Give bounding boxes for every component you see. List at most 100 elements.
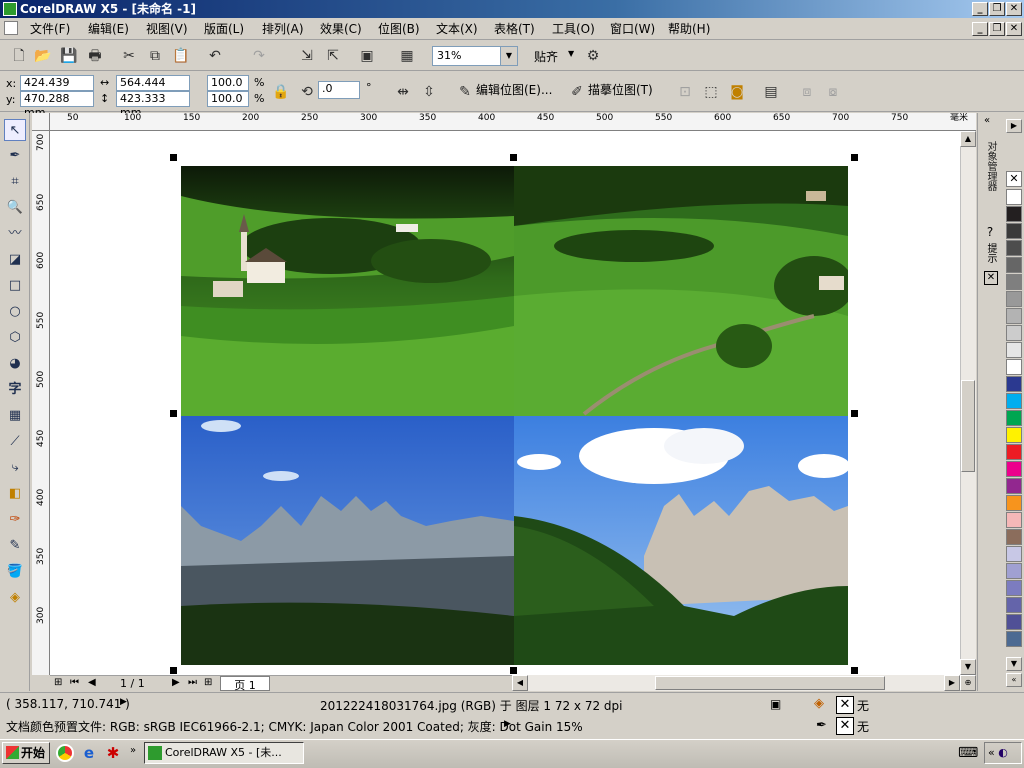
fill-none-swatch[interactable]: ✕ bbox=[836, 696, 854, 714]
application-launcher-icon[interactable]: ▣ bbox=[356, 45, 378, 67]
prev-page-icon[interactable]: ◀ bbox=[88, 677, 96, 688]
color-swatch[interactable] bbox=[1006, 512, 1022, 528]
palette-scroll-up-icon[interactable]: ▶ bbox=[1006, 119, 1022, 133]
selection-handle[interactable] bbox=[170, 667, 177, 674]
color-swatch[interactable] bbox=[1006, 342, 1022, 358]
color-swatch[interactable] bbox=[1006, 359, 1022, 375]
quick-launch-app-icon[interactable]: ✱ bbox=[104, 744, 122, 762]
hints-tab[interactable]: 提示 bbox=[982, 243, 998, 263]
profile-arrow-icon[interactable]: ▶ bbox=[504, 719, 511, 729]
zoom-tool-icon[interactable]: 🔍 bbox=[4, 197, 26, 219]
height-input[interactable]: 423.333 mm bbox=[116, 91, 190, 119]
table-tool-icon[interactable]: ▦ bbox=[4, 405, 26, 427]
selection-handle[interactable] bbox=[510, 667, 517, 674]
export-icon[interactable]: ⇱ bbox=[322, 45, 344, 67]
color-proof-icon[interactable]: ▣ bbox=[770, 697, 781, 711]
color-swatch[interactable] bbox=[1006, 461, 1022, 477]
undo-icon[interactable]: ↶ bbox=[204, 45, 226, 67]
tray-app-icon[interactable]: ◐ bbox=[998, 746, 1008, 759]
palette-expand-icon[interactable]: « bbox=[1006, 673, 1022, 687]
resample-icon[interactable]: ⬚ bbox=[700, 81, 722, 103]
selection-handle[interactable] bbox=[170, 154, 177, 161]
color-swatch[interactable] bbox=[1006, 325, 1022, 341]
status-arrow-icon[interactable]: ▶ bbox=[120, 697, 127, 707]
selection-handle[interactable] bbox=[851, 410, 858, 417]
color-swatch[interactable] bbox=[1006, 529, 1022, 545]
photo-alpine-valley[interactable] bbox=[514, 166, 848, 416]
zoom-chevron-down-icon[interactable]: ▼ bbox=[500, 47, 517, 65]
menu-layout[interactable]: 版面(L) bbox=[204, 21, 244, 37]
welcome-screen-icon[interactable]: ▦ bbox=[396, 45, 418, 67]
width-input[interactable]: 564.444 mm bbox=[116, 75, 190, 103]
scroll-up-icon[interactable]: ▲ bbox=[960, 131, 976, 147]
no-color-swatch[interactable]: ✕ bbox=[1006, 171, 1022, 187]
horizontal-scroll-thumb[interactable] bbox=[655, 676, 885, 690]
new-document-icon[interactable]: 🗋 bbox=[8, 45, 30, 67]
palette-scroll-down-icon[interactable]: ▼ bbox=[1006, 657, 1022, 671]
object-manager-tab[interactable]: 对象管理器 bbox=[982, 141, 998, 191]
menu-effects[interactable]: 效果(C) bbox=[320, 21, 362, 37]
edit-bitmap-button[interactable]: 编辑位图(E)... bbox=[476, 83, 552, 97]
quick-launch-more-icon[interactable]: » bbox=[130, 745, 136, 756]
start-button[interactable]: 开始 bbox=[2, 742, 50, 764]
cut-icon[interactable]: ✂ bbox=[118, 45, 140, 67]
scale-y-input[interactable]: 100.0 bbox=[207, 91, 249, 107]
color-swatch[interactable] bbox=[1006, 495, 1022, 511]
photo-dark-mountains[interactable] bbox=[181, 416, 514, 665]
ellipse-tool-icon[interactable]: ○ bbox=[4, 301, 26, 323]
save-icon[interactable]: 💾 bbox=[58, 45, 80, 67]
vertical-scroll-thumb[interactable] bbox=[961, 380, 975, 472]
taskbar-coreldraw-button[interactable]: CorelDRAW X5 - [未... bbox=[144, 742, 304, 764]
color-swatch[interactable] bbox=[1006, 376, 1022, 392]
color-swatch[interactable] bbox=[1006, 274, 1022, 290]
color-swatch[interactable] bbox=[1006, 308, 1022, 324]
color-swatch[interactable] bbox=[1006, 206, 1022, 222]
horizontal-ruler[interactable]: 50 100 150 200 250 300 350 400 450 500 5… bbox=[50, 113, 976, 131]
collapse-docker-icon[interactable]: « bbox=[984, 115, 990, 126]
vertical-ruler[interactable]: 700 650 600 550 500 450 400 350 300 bbox=[32, 131, 50, 675]
scroll-left-icon[interactable]: ◀ bbox=[512, 675, 528, 691]
freehand-tool-icon[interactable]: 〰 bbox=[4, 223, 26, 245]
color-swatch[interactable] bbox=[1006, 291, 1022, 307]
add-page-after-icon[interactable]: ⊞ bbox=[204, 677, 212, 688]
color-swatch[interactable] bbox=[1006, 444, 1022, 460]
mirror-horizontal-icon[interactable]: ⇹ bbox=[392, 81, 414, 103]
lock-ratio-icon[interactable]: 🔒 bbox=[270, 81, 292, 103]
pick-tool-icon[interactable]: ↖ bbox=[4, 119, 26, 141]
to-front-icon[interactable]: ⧈ bbox=[796, 81, 818, 103]
color-swatch[interactable] bbox=[1006, 478, 1022, 494]
add-page-icon[interactable]: ⊞ bbox=[54, 677, 62, 688]
dimension-tool-icon[interactable]: ⟋ bbox=[4, 431, 26, 453]
selection-handle[interactable] bbox=[510, 154, 517, 161]
minimize-button[interactable]: _ bbox=[972, 2, 988, 16]
mirror-vertical-icon[interactable]: ⇳ bbox=[418, 81, 440, 103]
trace-bitmap-icon[interactable]: ✐ bbox=[566, 81, 588, 103]
menu-edit[interactable]: 编辑(E) bbox=[88, 21, 129, 37]
close-button[interactable]: ✕ bbox=[1006, 2, 1022, 16]
rotation-input[interactable]: .0 bbox=[318, 81, 360, 99]
options-icon[interactable]: ⚙ bbox=[582, 45, 604, 67]
crop-bitmap-icon[interactable]: ⊡ bbox=[674, 81, 696, 103]
restore-button[interactable]: ❐ bbox=[989, 2, 1005, 16]
next-page-icon[interactable]: ▶ bbox=[172, 677, 180, 688]
paste-icon[interactable]: 📋 bbox=[170, 45, 192, 67]
bitmap-color-mask-icon[interactable]: ◙ bbox=[726, 81, 748, 103]
copy-icon[interactable]: ⧉ bbox=[144, 45, 166, 67]
polygon-tool-icon[interactable]: ⬡ bbox=[4, 327, 26, 349]
y-position-input[interactable]: 470.288 mm bbox=[20, 91, 94, 119]
color-swatch[interactable] bbox=[1006, 427, 1022, 443]
ruler-origin[interactable] bbox=[32, 113, 50, 131]
redo-icon[interactable]: ↷ bbox=[248, 45, 270, 67]
outline-none-swatch[interactable]: ✕ bbox=[836, 717, 854, 735]
photo-village-meadow[interactable] bbox=[181, 166, 514, 416]
page-tab[interactable]: 页 1 bbox=[220, 676, 270, 692]
text-tool-icon[interactable]: 字 bbox=[4, 379, 26, 401]
menu-arrange[interactable]: 排列(A) bbox=[262, 21, 304, 37]
connector-tool-icon[interactable]: ⤷ bbox=[4, 457, 26, 479]
menu-bitmaps[interactable]: 位图(B) bbox=[378, 21, 420, 37]
scroll-down-icon[interactable]: ▼ bbox=[960, 659, 976, 675]
color-swatch[interactable] bbox=[1006, 563, 1022, 579]
menu-view[interactable]: 视图(V) bbox=[146, 21, 188, 37]
color-swatch[interactable] bbox=[1006, 546, 1022, 562]
selection-handle[interactable] bbox=[851, 154, 858, 161]
